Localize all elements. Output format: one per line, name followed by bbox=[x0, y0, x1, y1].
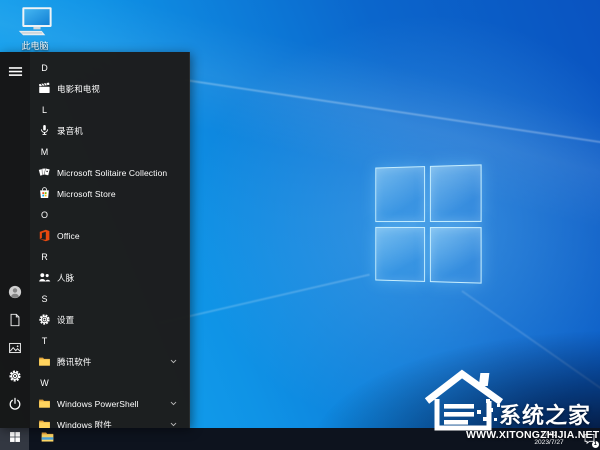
power-icon bbox=[8, 397, 22, 416]
xitongzhijia-house-icon bbox=[423, 368, 505, 434]
app-item-label: Windows 附件 bbox=[57, 419, 112, 429]
app-item-label: Microsoft Store bbox=[57, 189, 116, 199]
app-item-label: 设置 bbox=[57, 314, 74, 326]
app-item-label: Microsoft Solitaire Collection bbox=[57, 168, 167, 178]
rail-button-user-account[interactable] bbox=[0, 281, 30, 308]
letter-label: O bbox=[38, 210, 51, 220]
movies-tv-icon bbox=[38, 82, 51, 95]
letter-label: M bbox=[38, 147, 51, 157]
file-explorer-icon bbox=[40, 430, 55, 449]
gear-icon bbox=[8, 369, 22, 388]
app-list-letter[interactable]: T bbox=[30, 330, 189, 351]
pictures-icon bbox=[8, 341, 22, 360]
windows-logo-pane bbox=[375, 166, 424, 221]
rail-button-power[interactable] bbox=[0, 393, 30, 420]
start-rail-top bbox=[0, 52, 30, 87]
app-list-letter[interactable]: W bbox=[30, 372, 189, 393]
letter-label: D bbox=[38, 63, 51, 73]
app-list-item[interactable]: 录音机 bbox=[30, 120, 189, 141]
taskbar-clock[interactable]: 17:02 2023/7/27 bbox=[524, 431, 574, 448]
app-list-item[interactable]: Microsoft Store bbox=[30, 183, 189, 204]
action-center-button[interactable]: 1 bbox=[583, 432, 597, 446]
taskbar-file-explorer-button[interactable] bbox=[35, 428, 59, 450]
people-icon bbox=[38, 271, 51, 284]
start-menu: D 电影和电视 L 录音机 M Microsoft Solitaire Collectio… bbox=[0, 52, 190, 428]
wallpaper-light-ray bbox=[160, 274, 370, 324]
app-list-item[interactable]: Windows PowerShell bbox=[30, 393, 189, 414]
desktop-icon-label: 此电脑 bbox=[8, 39, 62, 52]
windows-logo-pane bbox=[429, 227, 481, 284]
app-list-item[interactable]: Office bbox=[30, 225, 189, 246]
letter-label: S bbox=[38, 294, 51, 304]
app-item-label: 人脉 bbox=[57, 272, 74, 284]
start-button[interactable] bbox=[0, 428, 29, 450]
taskbar: 17:02 2023/7/27 1 bbox=[0, 428, 600, 450]
app-list-letter[interactable]: R bbox=[30, 246, 189, 267]
user-avatar-icon bbox=[8, 285, 22, 304]
app-list-letter[interactable]: O bbox=[30, 204, 189, 225]
letter-label: L bbox=[38, 105, 51, 115]
app-list-item[interactable]: 电影和电视 bbox=[30, 78, 189, 99]
folder-icon bbox=[38, 355, 51, 368]
letter-label: W bbox=[38, 378, 51, 388]
windows-logo-pane bbox=[375, 226, 424, 281]
app-list-letter[interactable]: D bbox=[30, 57, 189, 78]
desktop-icon-this-pc[interactable]: 此电脑 bbox=[8, 6, 62, 52]
app-list-item[interactable]: 腾讯软件 bbox=[30, 351, 189, 372]
rail-button-settings[interactable] bbox=[0, 365, 30, 392]
rail-button-documents[interactable] bbox=[0, 309, 30, 336]
app-list-letter[interactable]: L bbox=[30, 99, 189, 120]
rail-button-pictures[interactable] bbox=[0, 337, 30, 364]
this-pc-icon bbox=[16, 6, 54, 38]
rail-button-expand-menu[interactable] bbox=[0, 60, 30, 87]
gear-icon bbox=[38, 313, 51, 326]
chevron-down-icon bbox=[169, 420, 178, 428]
clock-time: 17:02 bbox=[524, 431, 574, 440]
letter-label: R bbox=[38, 252, 51, 262]
app-list-letter[interactable]: M bbox=[30, 141, 189, 162]
app-list-item[interactable]: Windows 附件 bbox=[30, 414, 189, 428]
chevron-down-icon bbox=[169, 357, 178, 366]
app-list-item[interactable]: 设置 bbox=[30, 309, 189, 330]
document-icon bbox=[8, 313, 22, 332]
app-item-label: 录音机 bbox=[57, 125, 83, 137]
folder-icon bbox=[38, 418, 51, 428]
start-menu-rail bbox=[0, 52, 30, 428]
voice-recorder-icon bbox=[38, 124, 51, 137]
letter-label: T bbox=[38, 336, 51, 346]
notification-badge: 1 bbox=[592, 441, 600, 449]
start-rail-bottom bbox=[0, 281, 30, 428]
app-item-label: 电影和电视 bbox=[57, 83, 100, 95]
app-item-label: 腾讯软件 bbox=[57, 356, 91, 368]
folder-icon bbox=[38, 397, 51, 410]
app-list-letter[interactable]: S bbox=[30, 288, 189, 309]
windows-logo-pane bbox=[429, 164, 481, 221]
app-list-item[interactable]: Microsoft Solitaire Collection bbox=[30, 162, 189, 183]
windows-desktop: 此电脑 D 电影和电视 L 录音机 M Microsoft Solitaire Colle… bbox=[0, 0, 600, 450]
app-list-item[interactable]: 人脉 bbox=[30, 267, 189, 288]
app-item-label: Windows PowerShell bbox=[57, 399, 139, 409]
app-item-label: Office bbox=[57, 231, 80, 241]
store-icon bbox=[38, 187, 51, 200]
windows-wallpaper-logo bbox=[375, 164, 481, 283]
clock-date: 2023/7/27 bbox=[524, 439, 574, 448]
hamburger-icon bbox=[8, 64, 23, 84]
start-app-list: D 电影和电视 L 录音机 M Microsoft Solitaire Collectio… bbox=[30, 52, 189, 428]
office-icon bbox=[38, 229, 51, 242]
solitaire-icon bbox=[38, 166, 51, 179]
wallpaper-light-ray bbox=[462, 290, 600, 395]
chevron-down-icon bbox=[169, 399, 178, 408]
watermark-brand: 系统之家 bbox=[499, 398, 591, 430]
windows-logo-icon bbox=[9, 430, 21, 448]
